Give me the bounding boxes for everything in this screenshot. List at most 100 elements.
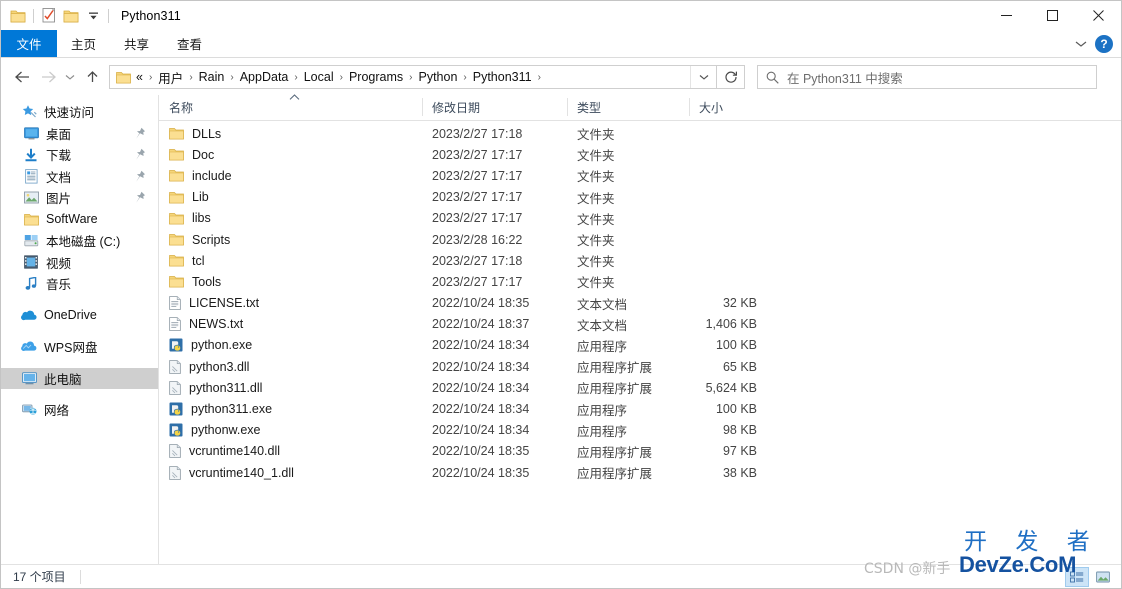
breadcrumb-item-rain[interactable]: Rain — [196, 68, 228, 86]
sidebar-item-pictures[interactable]: 图片 — [1, 187, 158, 209]
chevron-down-icon[interactable] — [1075, 35, 1087, 53]
pin-icon[interactable] — [135, 170, 146, 183]
sidebar-label: 视频 — [46, 256, 72, 271]
file-name-cell: python311.exe — [159, 402, 422, 416]
table-row[interactable]: python311.dll 2022/10/24 18:34 应用程序扩展 5,624… — [159, 377, 1121, 398]
sidebar-item-documents[interactable]: 文档 — [1, 166, 158, 188]
search-input[interactable]: 在 Python311 中搜索 — [787, 68, 903, 87]
text-file-icon — [169, 296, 181, 310]
column-header-type[interactable]: 类型 — [567, 94, 689, 120]
search-box[interactable]: 在 Python311 中搜索 — [757, 65, 1097, 89]
table-row[interactable]: Doc 2023/2/27 17:17 文件夹 — [159, 144, 1121, 165]
view-details-icon[interactable] — [1065, 566, 1089, 587]
sidebar-item-network[interactable]: 网络 — [1, 399, 158, 421]
address-dropdown-icon[interactable] — [690, 66, 716, 88]
dll-icon — [169, 444, 181, 459]
file-type-cell: 应用程序扩展 — [577, 382, 653, 397]
table-row[interactable]: vcruntime140.dll 2022/10/24 18:35 应用程序扩展 97… — [159, 441, 1121, 462]
address-bar[interactable]: « › 用户 › Rain › AppData › Local › Progra… — [109, 65, 717, 89]
help-icon[interactable]: ? — [1095, 34, 1113, 53]
table-row[interactable]: Scripts 2023/2/28 16:22 文件夹 — [159, 229, 1121, 250]
forward-button[interactable] — [35, 62, 61, 92]
minimize-button[interactable] — [983, 1, 1029, 30]
window-title: Python311 — [121, 8, 181, 23]
sidebar-item-desktop[interactable]: 桌面 — [1, 123, 158, 145]
folder-icon[interactable] — [7, 5, 29, 27]
table-row[interactable]: DLLs 2023/2/27 17:18 文件夹 — [159, 123, 1121, 144]
tab-file[interactable]: 文件 — [1, 30, 57, 57]
pin-icon[interactable] — [135, 191, 146, 204]
file-type-cell: 文本文档 — [577, 318, 628, 333]
back-button[interactable] — [9, 62, 35, 92]
file-name-label: python.exe — [191, 338, 253, 353]
table-row[interactable]: Tools 2023/2/27 17:17 文件夹 — [159, 271, 1121, 292]
tab-view[interactable]: 查看 — [163, 30, 216, 57]
file-size-cell: 100 KB — [715, 338, 757, 353]
table-row[interactable]: vcruntime140_1.dll 2022/10/24 18:35 应用程序扩展… — [159, 462, 1121, 483]
table-row[interactable]: tcl 2023/2/27 17:18 文件夹 — [159, 250, 1121, 271]
maximize-button[interactable] — [1029, 1, 1075, 30]
table-row[interactable]: python.exe 2022/10/24 18:34 应用程序 100 KB — [159, 335, 1121, 356]
navigation-pane: 快速访问 桌面 下载 文档 图片 SoftWare 本地磁盘 (C:) 视频 音… — [1, 95, 159, 565]
folder-icon — [169, 191, 184, 204]
up-button[interactable] — [79, 62, 105, 92]
sidebar-label: OneDrive — [44, 308, 97, 323]
pin-icon[interactable] — [135, 127, 146, 140]
file-date-cell: 2022/10/24 18:34 — [432, 338, 530, 353]
pin-icon[interactable] — [135, 148, 146, 161]
customize-qat-icon[interactable] — [82, 5, 104, 27]
breadcrumb-chevron-4: › — [339, 71, 343, 83]
breadcrumb-chevron-5: › — [409, 71, 413, 83]
address-folder-icon — [116, 71, 131, 84]
sidebar-item-this-pc[interactable]: 此电脑 — [1, 367, 158, 389]
view-large-icons-icon[interactable] — [1091, 567, 1115, 587]
table-row[interactable]: include 2023/2/27 17:17 文件夹 — [159, 165, 1121, 186]
new-folder-icon[interactable] — [60, 5, 82, 27]
drive-icon — [23, 233, 39, 249]
sidebar-item-local-disk-c[interactable]: 本地磁盘 (C:) — [1, 230, 158, 252]
table-row[interactable]: NEWS.txt 2022/10/24 18:37 文本文档 1,406 KB — [159, 314, 1121, 335]
recent-locations-icon[interactable] — [61, 62, 79, 92]
file-type-cell: 文件夹 — [577, 276, 615, 291]
table-row[interactable]: libs 2023/2/27 17:17 文件夹 — [159, 208, 1121, 229]
table-row[interactable]: Lib 2023/2/27 17:17 文件夹 — [159, 187, 1121, 208]
table-row[interactable]: python3.dll 2022/10/24 18:34 应用程序扩展 65 KB — [159, 356, 1121, 377]
breadcrumb-prefix: « — [136, 70, 143, 84]
sidebar-item-music[interactable]: 音乐 — [1, 273, 158, 295]
breadcrumb-item-python311[interactable]: Python311 — [470, 68, 535, 86]
table-row[interactable]: pythonw.exe 2022/10/24 18:34 应用程序 98 KB — [159, 420, 1121, 441]
breadcrumb-item-appdata[interactable]: AppData — [237, 68, 292, 86]
sidebar-item-videos[interactable]: 视频 — [1, 252, 158, 274]
close-button[interactable] — [1075, 1, 1121, 30]
column-header-size[interactable]: 大小 — [689, 94, 769, 120]
column-header-date[interactable]: 修改日期 — [422, 94, 567, 120]
breadcrumb-item-users[interactable]: 用户 — [155, 66, 186, 89]
table-row[interactable]: python311.exe 2022/10/24 18:34 应用程序 100 KB — [159, 398, 1121, 419]
breadcrumb-item-programs[interactable]: Programs — [346, 68, 406, 86]
sidebar-label: 文档 — [46, 170, 72, 185]
this-pc-icon — [21, 370, 37, 386]
file-type-cell: 应用程序扩展 — [577, 361, 653, 376]
file-name-label: vcruntime140_1.dll — [189, 465, 294, 480]
table-row[interactable]: LICENSE.txt 2022/10/24 18:35 文本文档 32 KB — [159, 293, 1121, 314]
breadcrumb-item-local[interactable]: Local — [301, 68, 337, 86]
sidebar-item-onedrive[interactable]: OneDrive — [1, 305, 158, 327]
file-size-cell: 32 KB — [722, 296, 757, 311]
refresh-button[interactable] — [717, 65, 745, 89]
sidebar-item-quick-access[interactable]: 快速访问 — [1, 101, 158, 123]
file-name-cell: Tools — [159, 275, 422, 289]
breadcrumb-item-python[interactable]: Python — [415, 68, 460, 86]
file-type-cell: 应用程序扩展 — [577, 445, 653, 460]
tab-home[interactable]: 主页 — [57, 30, 110, 57]
sidebar-item-downloads[interactable]: 下载 — [1, 144, 158, 166]
python-exe-icon — [169, 423, 183, 437]
column-header-name[interactable]: 名称 — [159, 94, 422, 120]
file-date-cell: 2023/2/27 17:17 — [432, 211, 523, 226]
properties-icon[interactable] — [38, 5, 60, 27]
file-name-label: Scripts — [192, 232, 231, 247]
python-exe-icon — [169, 402, 183, 416]
breadcrumb-chevron-7: › — [537, 71, 541, 83]
tab-share[interactable]: 共享 — [110, 30, 163, 57]
sidebar-item-software[interactable]: SoftWare — [1, 209, 158, 231]
sidebar-item-wps-cloud[interactable]: WPS网盘 — [1, 336, 158, 358]
